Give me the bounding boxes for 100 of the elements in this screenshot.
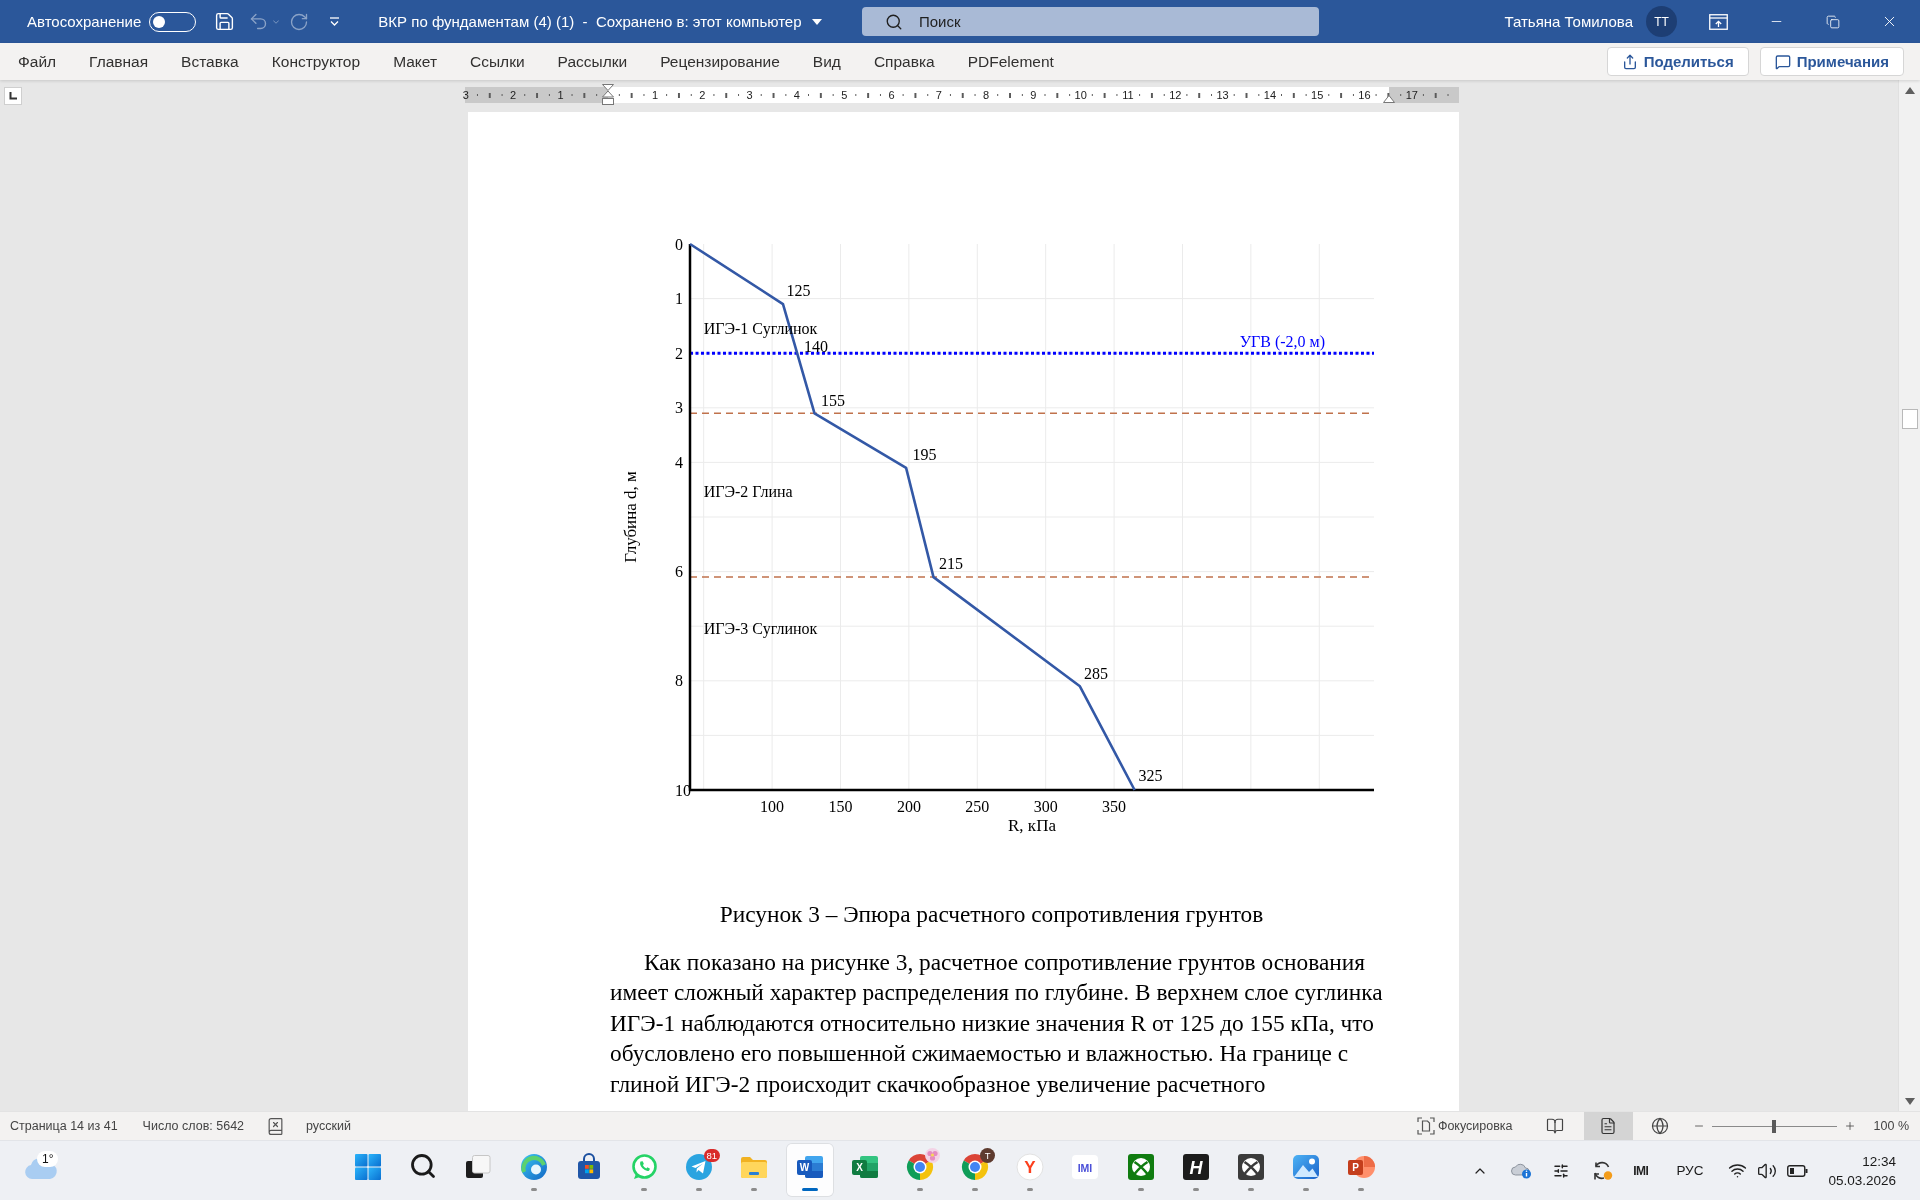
tick-label: 100 <box>760 797 785 815</box>
ribbon-tab[interactable]: Вид <box>812 52 841 71</box>
tick-label: 300 <box>1033 797 1058 815</box>
clock-date[interactable]: 05.03.2026 <box>1828 1170 1896 1190</box>
framed-page-icon <box>1416 1117 1435 1135</box>
user-name[interactable]: Татьяна Томилова <box>1504 13 1633 30</box>
tick-label: 350 <box>1102 797 1127 815</box>
ribbon-tab[interactable]: Рассылки <box>557 52 628 71</box>
page-lines-icon <box>1599 1117 1618 1135</box>
tick-label: 4 <box>675 453 683 471</box>
ruler-number: 3 <box>462 88 469 103</box>
ribbon-tab[interactable]: Справка <box>873 52 935 71</box>
ruler-number: 9 <box>1030 88 1037 103</box>
autosave-label: Автосохранение <box>27 13 142 30</box>
taskbar-app-button[interactable]: H <box>1172 1144 1219 1196</box>
page-count[interactable]: Страница 14 из 41 <box>10 1119 118 1133</box>
taskbar-app-button[interactable]: P <box>1338 1144 1385 1196</box>
customize-caret-icon[interactable] <box>329 16 341 27</box>
taskbar-app-button[interactable]: IMI <box>1062 1144 1109 1196</box>
ribbon-tab[interactable]: Ссылки <box>470 52 525 71</box>
ruler-number: 6 <box>888 88 895 103</box>
share-icon <box>1621 53 1638 70</box>
word-count[interactable]: Число слов: 5642 <box>142 1119 245 1133</box>
ruler-number: 11 <box>1122 88 1134 103</box>
ribbon-tab[interactable]: Макет <box>393 52 437 71</box>
ribbon-tab[interactable]: Конструктор <box>271 52 361 71</box>
tick-label: 8 <box>675 672 683 690</box>
comment-icon <box>1774 53 1791 70</box>
ribbon-tab[interactable]: Вставка <box>181 52 239 71</box>
indent-marker-icon[interactable] <box>1383 95 1395 103</box>
swirl-icon <box>518 1152 549 1182</box>
view-button[interactable] <box>1583 1112 1633 1140</box>
chart-annotation: 140 <box>803 337 828 355</box>
cloud-info-icon[interactable] <box>1511 1162 1533 1179</box>
ruler-number: 7 <box>935 88 942 103</box>
paper-plane-icon <box>684 1152 715 1182</box>
sync-arrows-icon[interactable] <box>1592 1160 1614 1181</box>
taskbar-app-button[interactable]: Y <box>1007 1144 1054 1196</box>
ribbon-tab[interactable]: PDFelement <box>967 52 1054 71</box>
ribbon-tab[interactable]: Главная <box>89 52 149 71</box>
ruler-number: 17 <box>1405 88 1418 103</box>
scroll-down-icon[interactable] <box>1904 1098 1915 1105</box>
ribbon-tab[interactable]: Рецензирование <box>660 52 780 71</box>
tick-label: 150 <box>828 797 853 815</box>
tick-label: 200 <box>896 797 921 815</box>
temperature-label[interactable]: 1° <box>37 1151 59 1167</box>
zoom-slider-thumb[interactable] <box>1772 1119 1777 1133</box>
user-avatar[interactable]: ТТ <box>1646 6 1677 37</box>
focus-button[interactable]: Фокусировка <box>1416 1117 1513 1135</box>
chart-annotation: 215 <box>939 555 963 573</box>
segmented-circle-icon <box>904 1152 935 1182</box>
ruler-number: 15 <box>1311 88 1324 103</box>
restore-icon[interactable] <box>1826 14 1840 29</box>
wifi-icon[interactable] <box>1728 1161 1748 1180</box>
ruler-number: 8 <box>983 88 990 103</box>
figure-caption: Рисунок 3 – Эпюра расчетного сопротивления грунтов <box>718 900 1265 929</box>
tick-label: 0 <box>675 235 683 253</box>
tab-stop-button[interactable] <box>4 87 22 105</box>
tray-app-logo[interactable]: IMI <box>1633 1163 1649 1178</box>
chart-annotation: 125 <box>786 282 811 300</box>
ruler-number: 14 <box>1263 88 1276 103</box>
scroll-up-icon[interactable] <box>1904 87 1915 94</box>
taskbar-app-button[interactable]: X <box>841 1144 888 1196</box>
language-status[interactable]: русский <box>306 1119 351 1133</box>
redo-icon[interactable] <box>289 11 310 32</box>
ruler-number: 5 <box>841 88 848 103</box>
tick-label: 1 <box>675 290 683 308</box>
share-button[interactable]: Поделиться <box>1606 47 1749 76</box>
notification-badge: 81 <box>703 1149 721 1162</box>
comments-button[interactable]: Примечания <box>1759 47 1904 76</box>
open-book-icon <box>1545 1117 1564 1135</box>
zoom-percent[interactable]: 100 % <box>1873 1119 1909 1133</box>
ribbon-tab[interactable]: Файл <box>18 52 57 71</box>
axis-title: Глубина d, м <box>620 471 640 563</box>
chart-annotation: ИГЭ-2 Глина <box>703 483 793 501</box>
letter-tile-icon: IMI <box>1070 1152 1101 1182</box>
input-language[interactable]: РУС <box>1676 1163 1704 1178</box>
globe-icon <box>1650 1117 1669 1135</box>
save-icon[interactable] <box>214 11 236 32</box>
sliders-icon[interactable] <box>1553 1162 1570 1179</box>
reference-line-label: УГВ (-2,0 м) <box>1239 332 1325 350</box>
search-field[interactable]: Поиск <box>862 7 1319 36</box>
taskbar-app-button[interactable]: T <box>952 1144 999 1196</box>
tick-label: 2 <box>675 344 683 362</box>
battery-icon[interactable] <box>1787 1164 1809 1177</box>
ruler-number: 16 <box>1358 88 1371 103</box>
scroll-thumb[interactable] <box>1901 409 1918 429</box>
caret-icon[interactable] <box>811 18 822 25</box>
letter-tile-icon: H <box>1180 1152 1211 1182</box>
chart-annotation: 325 <box>1138 767 1163 785</box>
clock-time[interactable]: 12:34 <box>1862 1151 1896 1171</box>
ruler-number: 4 <box>793 88 800 103</box>
segmented-circle-icon <box>960 1152 991 1182</box>
taskbar-app-button[interactable]: 81 <box>676 1144 723 1196</box>
taskbar-app-button[interactable]: W <box>786 1144 833 1196</box>
profile-badge: T <box>980 1148 996 1163</box>
zoom-in-icon[interactable] <box>1843 1120 1856 1132</box>
mountain-picture-icon <box>1291 1152 1322 1182</box>
chart-annotation: 155 <box>821 391 846 409</box>
ruler-number: 2 <box>510 88 517 103</box>
